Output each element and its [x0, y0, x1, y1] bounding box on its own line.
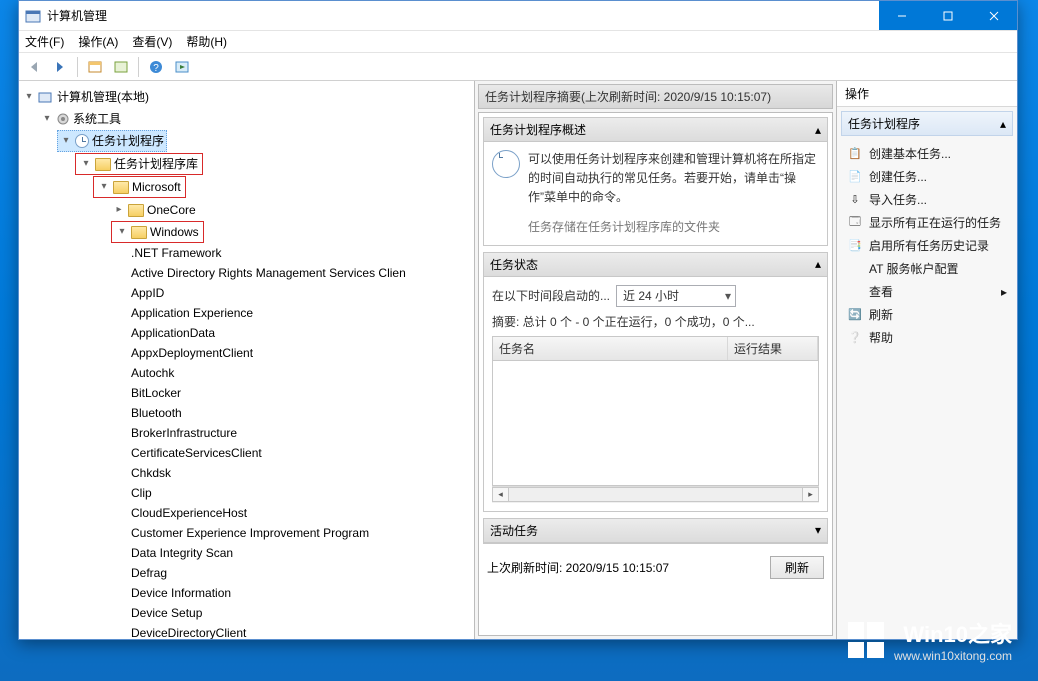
- windows-logo-icon: [848, 622, 884, 658]
- collapse-icon[interactable]: ▾: [815, 523, 821, 537]
- action-item[interactable]: 📄创建任务...: [843, 165, 1011, 188]
- scroll-left-icon[interactable]: ◂: [492, 487, 509, 502]
- clock-icon: [75, 134, 89, 148]
- tree-folder-item[interactable]: DeviceDirectoryClient: [129, 623, 248, 639]
- action-icon: 🔄: [847, 307, 863, 323]
- expander-icon[interactable]: ▾: [23, 87, 35, 107]
- submenu-arrow-icon: ▸: [1001, 285, 1007, 299]
- time-range-select[interactable]: 近 24 小时: [616, 285, 736, 307]
- tree-folder-item[interactable]: CloudExperienceHost: [129, 503, 249, 523]
- toolbar-help-icon[interactable]: ?: [145, 56, 167, 78]
- tree-folder-item[interactable]: Data Integrity Scan: [129, 543, 235, 563]
- active-tasks-group: 活动任务▾: [483, 518, 828, 544]
- menubar: 文件(F) 操作(A) 查看(V) 帮助(H): [19, 31, 1017, 53]
- collapse-icon[interactable]: ▴: [815, 257, 821, 271]
- toolbar-properties-icon[interactable]: [110, 56, 132, 78]
- tree-folder-item[interactable]: Defrag: [129, 563, 169, 583]
- tree-folder-item[interactable]: Customer Experience Improvement Program: [129, 523, 371, 543]
- tree-folder-item[interactable]: Clip: [129, 483, 154, 503]
- action-item[interactable]: ❔帮助: [843, 326, 1011, 349]
- tree-scheduler-library[interactable]: ▾ 任务计划程序库: [75, 153, 203, 175]
- tree-folder-item[interactable]: Autochk: [129, 363, 176, 383]
- toolbar-run-icon[interactable]: [171, 56, 193, 78]
- scroll-right-icon[interactable]: ▸: [802, 487, 819, 502]
- tree-folder-item[interactable]: Bluetooth: [129, 403, 184, 423]
- tree-folder-item[interactable]: Device Information: [129, 583, 233, 603]
- tree-folder-item[interactable]: Active Directory Rights Management Servi…: [129, 263, 408, 283]
- tree-root[interactable]: ▾ 计算机管理(本地): [21, 87, 151, 107]
- action-icon: [847, 261, 863, 277]
- nav-forward-button[interactable]: [49, 56, 71, 78]
- maximize-button[interactable]: [925, 1, 971, 30]
- tree-microsoft[interactable]: ▾ Microsoft: [93, 176, 186, 198]
- menu-view[interactable]: 查看(V): [132, 33, 172, 50]
- toolbar: ?: [19, 53, 1017, 81]
- summary-header: 任务计划程序摘要(上次刷新时间: 2020/9/15 10:15:07): [478, 84, 833, 109]
- action-icon: 📄: [847, 169, 863, 185]
- action-item[interactable]: 📑启用所有任务历史记录: [843, 234, 1011, 257]
- watermark: Win10之家 www.win10xitong.com: [848, 617, 1012, 663]
- action-item[interactable]: ⇩导入任务...: [843, 188, 1011, 211]
- horizontal-scrollbar[interactable]: ◂ ▸: [492, 486, 819, 503]
- action-item[interactable]: 📋创建基本任务...: [843, 142, 1011, 165]
- tree-folder-item[interactable]: AppxDeploymentClient: [129, 343, 255, 363]
- menu-file[interactable]: 文件(F): [25, 33, 64, 50]
- action-icon: 📑: [847, 238, 863, 254]
- tree-system-tools[interactable]: ▾ 系统工具: [39, 109, 123, 129]
- refresh-button[interactable]: 刷新: [770, 556, 824, 579]
- toolbar-refresh-icon[interactable]: [84, 56, 106, 78]
- actions-pane: 操作 任务计划程序 ▴ 📋创建基本任务...📄创建任务...⇩导入任务...🗔显…: [837, 81, 1017, 639]
- action-icon: ⇩: [847, 192, 863, 208]
- action-item[interactable]: 查看▸: [843, 280, 1011, 303]
- action-item[interactable]: 🗔显示所有正在运行的任务: [843, 211, 1011, 234]
- menu-help[interactable]: 帮助(H): [186, 33, 227, 50]
- action-icon: 🗔: [847, 215, 863, 231]
- action-icon: [847, 284, 863, 300]
- actions-section-header: 任务计划程序 ▴: [841, 111, 1013, 136]
- nav-back-button[interactable]: [23, 56, 45, 78]
- last-refresh-label: 上次刷新时间: 2020/9/15 10:15:07: [487, 559, 762, 576]
- status-summary: 摘要: 总计 0 个 - 0 个正在运行，0 个成功，0 个...: [492, 313, 819, 330]
- collapse-icon[interactable]: ▴: [815, 123, 821, 137]
- tree-task-scheduler[interactable]: ▾ 任务计划程序: [57, 130, 167, 152]
- tree-folder-item[interactable]: Device Setup: [129, 603, 204, 623]
- tree-folder-item[interactable]: Chkdsk: [129, 463, 173, 483]
- tree-onecore[interactable]: ▸ OneCore: [111, 200, 198, 220]
- close-button[interactable]: [971, 1, 1017, 30]
- status-group: 任务状态▴ 在以下时间段启动的... 近 24 小时 摘要: 总计 0 个 - …: [483, 252, 828, 512]
- svg-text:?: ?: [153, 63, 159, 74]
- overview-group: 任务计划程序概述▴ 可以使用任务计划程序来创建和管理计算机将在所指定的时间自动执…: [483, 117, 828, 246]
- window-title: 计算机管理: [47, 7, 879, 24]
- tree-windows[interactable]: ▾ Windows: [111, 221, 204, 243]
- status-table[interactable]: 任务名 运行结果: [492, 336, 819, 486]
- titlebar: 计算机管理: [19, 1, 1017, 31]
- action-icon: 📋: [847, 146, 863, 162]
- tree-folder-item[interactable]: BitLocker: [129, 383, 183, 403]
- app-icon: [25, 8, 41, 24]
- minimize-button[interactable]: [879, 1, 925, 30]
- clock-icon: [492, 150, 520, 178]
- app-window: 计算机管理 文件(F) 操作(A) 查看(V) 帮助(H) ? ▾: [18, 0, 1018, 640]
- action-item[interactable]: 🔄刷新: [843, 303, 1011, 326]
- tree-folder-item[interactable]: BrokerInfrastructure: [129, 423, 239, 443]
- action-icon: ❔: [847, 330, 863, 346]
- menu-action[interactable]: 操作(A): [78, 33, 118, 50]
- collapse-icon[interactable]: ▴: [1000, 117, 1006, 131]
- action-item[interactable]: AT 服务帐户配置: [843, 257, 1011, 280]
- actions-title: 操作: [837, 81, 1017, 107]
- tree-folder-item[interactable]: ApplicationData: [129, 323, 217, 343]
- tree-folder-item[interactable]: AppID: [129, 283, 166, 303]
- summary-pane: 任务计划程序摘要(上次刷新时间: 2020/9/15 10:15:07) 任务计…: [475, 81, 837, 639]
- tree-folder-item[interactable]: .NET Framework: [129, 243, 223, 263]
- folder-icon: [95, 158, 111, 171]
- tree-folder-item[interactable]: CertificateServicesClient: [129, 443, 264, 463]
- navigation-tree[interactable]: ▾ 计算机管理(本地) ▾ 系统工具: [19, 81, 475, 639]
- tree-folder-item[interactable]: Application Experience: [129, 303, 255, 323]
